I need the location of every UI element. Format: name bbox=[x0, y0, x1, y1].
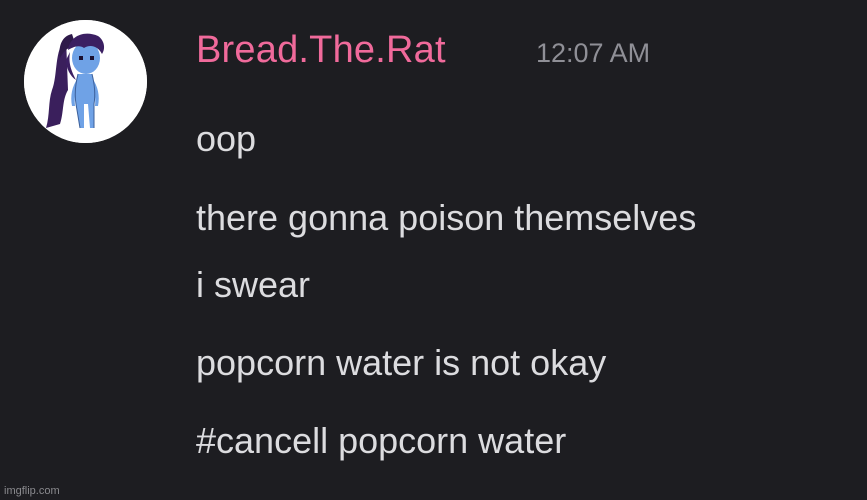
message-line: popcorn water is not okay bbox=[196, 342, 607, 383]
username[interactable]: Bread.The.Rat bbox=[196, 28, 446, 72]
watermark: imgflip.com bbox=[4, 485, 60, 497]
user-avatar-icon bbox=[24, 20, 147, 143]
message-line: #cancell popcorn water bbox=[196, 420, 567, 461]
message-line: i swear bbox=[196, 264, 311, 305]
user-avatar[interactable] bbox=[24, 20, 147, 143]
message-line: there gonna poison themselves bbox=[196, 197, 697, 238]
message-line: oop bbox=[196, 118, 257, 159]
message-timestamp: 12:07 AM bbox=[536, 38, 651, 68]
chat-message-view: Bread.The.Rat 12:07 AM oop there gonna p… bbox=[0, 0, 867, 500]
